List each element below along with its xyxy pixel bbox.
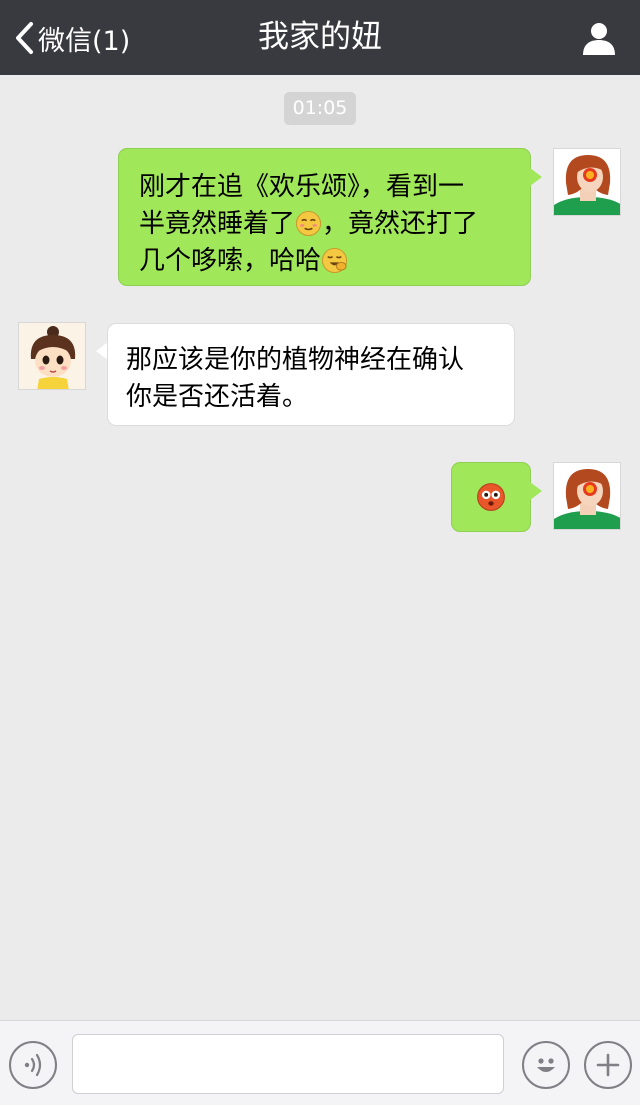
bubble-tail (530, 168, 542, 186)
chevron-left-icon (16, 22, 33, 54)
girl-avatar-icon (554, 149, 620, 215)
voice-icon (24, 1053, 42, 1077)
voice-button[interactable] (9, 1041, 57, 1089)
wide-eyed-emoji-icon (477, 483, 505, 511)
contact-avatar[interactable] (18, 322, 86, 390)
own-avatar[interactable] (553, 148, 621, 216)
received-message-bubble[interactable]: 那应该是你的植物神经在确认 你是否还活着。 (107, 323, 515, 426)
bubble-tail (530, 482, 542, 500)
laugh-cover-emoji-icon (321, 247, 348, 274)
back-button[interactable]: 微信(1) (14, 18, 130, 58)
message-text: 半竟然睡着了 (139, 209, 296, 239)
more-button[interactable] (584, 1041, 632, 1089)
message-text: 你是否还活着。 (126, 382, 309, 412)
girl-avatar-icon (554, 463, 620, 529)
message-input[interactable] (72, 1034, 504, 1094)
message-text: 刚才在追《欢乐颂》，看到一 (139, 172, 465, 202)
awkward-smile-emoji-icon (295, 210, 322, 237)
sent-message-bubble[interactable] (451, 462, 531, 532)
person-icon (583, 23, 615, 55)
message-text: 几个哆嗦，哈哈 (139, 246, 322, 276)
own-avatar[interactable] (553, 462, 621, 530)
message-timestamp: 01:05 (284, 92, 356, 125)
message-text: ，竟然还打了 (322, 209, 479, 239)
chat-info-button[interactable] (580, 19, 618, 57)
nav-bar: 微信(1) 我家的妞 (0, 0, 640, 75)
back-label: 微信(1) (38, 25, 131, 57)
message-text: 那应该是你的植物神经在确认 (126, 345, 465, 375)
smiley-icon (537, 1058, 555, 1072)
emoji-button[interactable] (522, 1041, 570, 1089)
cartoon-girl-avatar-icon (19, 323, 85, 389)
plus-icon (596, 1053, 620, 1077)
sent-message-bubble[interactable]: 刚才在追《欢乐颂》，看到一 半竟然睡着了 ，竟然还打了 几个哆嗦，哈哈 (118, 148, 531, 286)
input-bar (0, 1020, 640, 1105)
